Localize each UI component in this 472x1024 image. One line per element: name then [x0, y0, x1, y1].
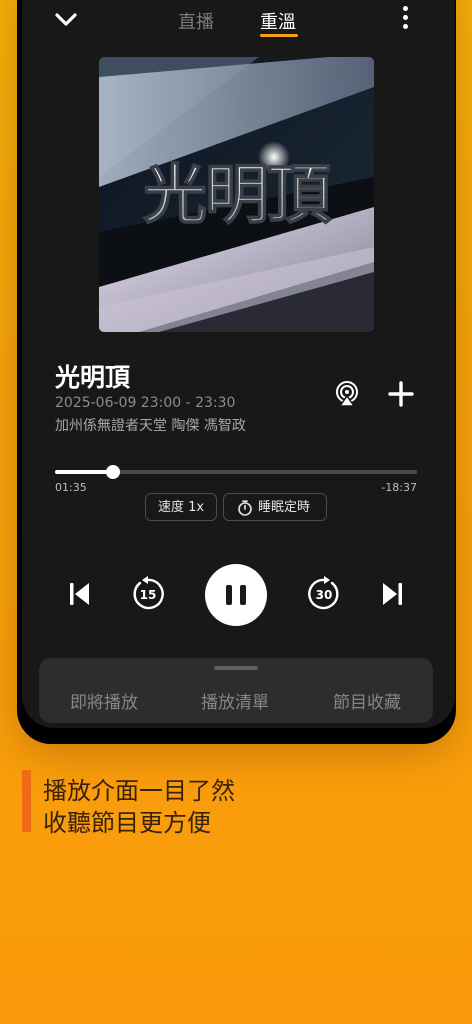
add-icon[interactable] [386, 379, 416, 409]
skip-next-icon[interactable] [380, 580, 404, 608]
remaining-time: -18:37 [381, 481, 417, 494]
speed-label: 速度 1x [157, 500, 205, 515]
progress-fill [55, 470, 113, 474]
elapsed-time: 01:35 [55, 481, 87, 494]
sheet-drag-handle[interactable] [214, 666, 258, 670]
timer-icon [238, 500, 252, 516]
promo-accent-bar [22, 770, 31, 832]
tab-live[interactable]: 直播 [178, 8, 214, 34]
tab-playlist[interactable]: 播放清單 [201, 688, 269, 713]
rewind-seconds: 15 [140, 588, 157, 602]
chevron-down-icon[interactable] [52, 8, 80, 32]
progress-handle[interactable] [105, 465, 120, 479]
bottom-sheet[interactable]: 即將播放 播放清單 節目收藏 [39, 658, 433, 723]
forward-30-icon[interactable]: 30 [306, 576, 342, 612]
program-title: 光明頂 [55, 363, 131, 392]
promo-headline-line1: 播放介面一目了然 [43, 777, 235, 805]
player-screen: 直播 重溫 光明頂 光明頂 2025-06-09 23:00 - 23:30 加… [22, 0, 455, 728]
more-options-icon[interactable] [399, 6, 411, 34]
promo-headline-line2: 收聽節目更方便 [43, 809, 211, 837]
sleep-timer-button[interactable]: 睡眠定時 [223, 493, 327, 521]
tab-up-next[interactable]: 即將播放 [70, 688, 138, 713]
episode-hosts: 加州係無證者天堂 陶傑 馮智政 [55, 418, 246, 434]
pause-icon [226, 585, 246, 605]
tab-favorites[interactable]: 節目收藏 [333, 688, 401, 713]
rewind-15-icon[interactable]: 15 [130, 576, 166, 612]
artwork-title-text: 光明頂 [143, 159, 332, 233]
skip-previous-icon[interactable] [68, 580, 92, 608]
active-tab-indicator [260, 34, 298, 37]
progress-bar[interactable] [55, 465, 417, 479]
airplay-icon[interactable] [332, 379, 362, 409]
speed-button[interactable]: 速度 1x [145, 493, 217, 521]
forward-seconds: 30 [316, 588, 333, 602]
program-datetime: 2025-06-09 23:00 - 23:30 [55, 395, 236, 411]
program-artwork: 光明頂 [99, 57, 374, 332]
top-bar: 直播 重溫 [22, 0, 455, 42]
tab-replay[interactable]: 重溫 [260, 8, 296, 34]
pause-button[interactable] [205, 564, 267, 626]
sleep-timer-label: 睡眠定時 [258, 500, 311, 515]
